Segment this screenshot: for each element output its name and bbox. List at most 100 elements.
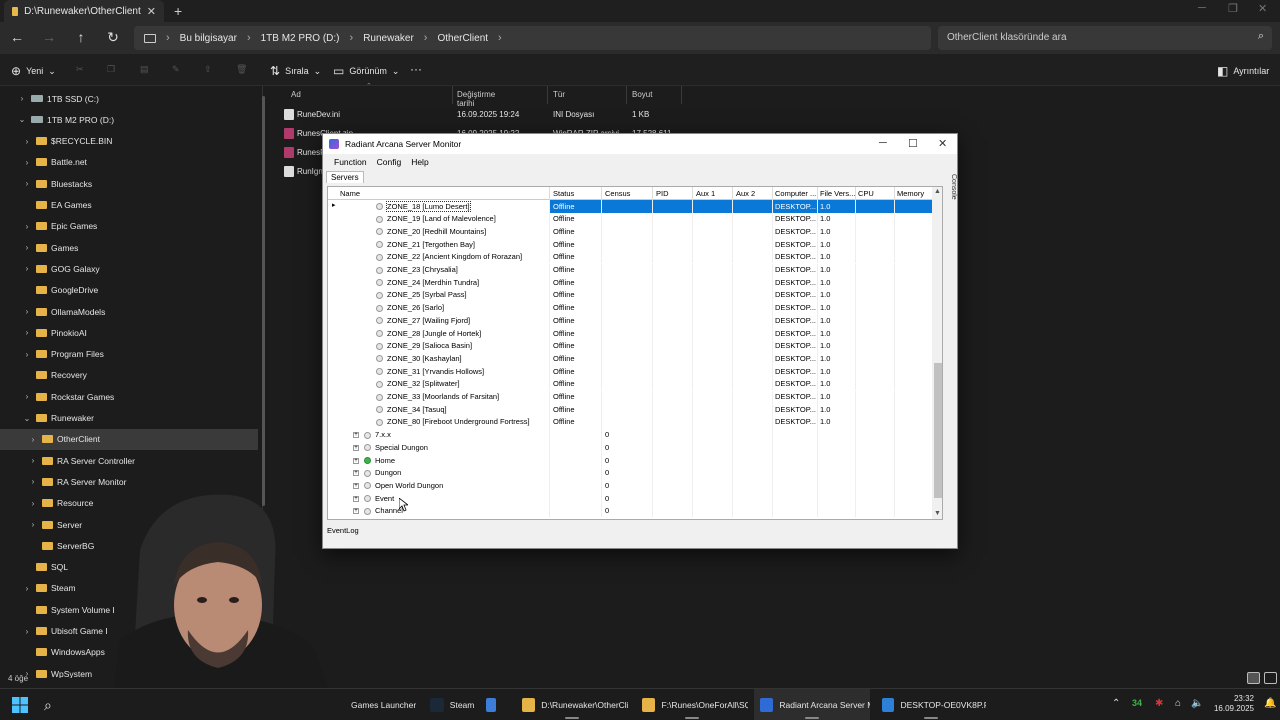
column-header-size[interactable]: Boyut <box>632 90 652 99</box>
chevron-right-icon[interactable]: › <box>28 456 38 465</box>
table-row[interactable]: ZONE_34 [Tasuq] Offline DESKTOP... 1.0 <box>328 403 932 416</box>
group-row[interactable]: + Special Dungon 0 <box>328 441 932 454</box>
close-window-icon[interactable]: ✕ <box>1258 2 1267 15</box>
nav-item[interactable]: ⌄ Runewaker <box>0 408 258 429</box>
file-row[interactable]: RuneDev.ini 16.09.2025 19:24 INI Dosyası 1 … <box>282 105 682 124</box>
nav-item[interactable]: › Program Files <box>0 344 258 365</box>
table-row[interactable]: ZONE_26 [Sarlo] Offline DESKTOP... 1.0 <box>328 301 932 315</box>
table-row[interactable]: ZONE_22 [Ancient Kingdom of Rorazan] Offl… <box>328 250 932 264</box>
chevron-up-icon[interactable]: ⌃ <box>1112 698 1120 709</box>
grid-scrollbar[interactable]: ▲ ▼ <box>932 187 942 519</box>
column-header-census[interactable]: Census <box>605 189 630 198</box>
nav-item[interactable]: › PinokioAI <box>0 322 258 343</box>
chevron-right-icon[interactable]: › <box>22 264 32 273</box>
column-header-type[interactable]: Tür <box>553 90 565 99</box>
table-row[interactable]: ZONE_21 [Tergothen Bay] Offline DESKTOP...… <box>328 238 932 251</box>
chevron-right-icon[interactable]: › <box>22 158 32 167</box>
breadcrumb-item[interactable]: OtherClient <box>437 33 488 44</box>
nav-item[interactable]: ⌄ 1TB M2 PRO (D:) <box>0 109 258 130</box>
table-row[interactable]: ZONE_31 [Yrvandis Hollows] Offline DESKTOP… <box>328 365 932 378</box>
nav-item[interactable]: › 1TB SSD (C:) <box>0 88 258 109</box>
expand-icon[interactable]: + <box>353 482 359 489</box>
taskbar-item[interactable]: Games Launcher <box>345 689 417 720</box>
breadcrumb-item[interactable]: Bu bilgisayar <box>180 33 237 44</box>
new-tab-button[interactable]: + <box>174 3 182 19</box>
chevron-right-icon[interactable]: › <box>22 179 32 188</box>
column-divider[interactable] <box>547 86 548 104</box>
clock[interactable]: 23:32 16.09.2025 <box>1206 694 1254 714</box>
breadcrumb-item[interactable]: Runewaker <box>363 33 414 44</box>
column-header-cpu[interactable]: CPU <box>858 189 874 198</box>
column-divider[interactable] <box>681 86 682 104</box>
share-icon[interactable]: ⇪ <box>204 64 212 75</box>
column-header-name[interactable]: Ad <box>291 90 301 99</box>
delete-icon[interactable]: 🗑 <box>236 64 247 75</box>
column-divider[interactable] <box>549 187 550 200</box>
taskbar-item[interactable]: Radiant Arcana Server M <box>754 689 870 720</box>
chevron-right-icon[interactable]: › <box>22 350 32 359</box>
column-divider[interactable] <box>732 187 733 200</box>
chevron-down-icon[interactable]: ⌄ <box>22 414 32 423</box>
chevron-right-icon[interactable]: › <box>22 307 32 316</box>
group-row[interactable]: +7.x.x 0 <box>328 428 932 442</box>
expand-icon[interactable]: + <box>353 470 359 477</box>
taskbar-item[interactable]: DESKTOP-OE0VK8P.RO <box>876 689 986 720</box>
chevron-right-icon[interactable]: › <box>22 392 32 401</box>
chevron-down-icon[interactable]: ⌄ <box>17 115 27 124</box>
table-row[interactable]: ZONE_32 [Splitwater] Offline DESKTOP... 1.0 <box>328 377 932 391</box>
column-header-aux1[interactable]: Aux 1 <box>696 189 715 198</box>
chevron-right-icon[interactable]: › <box>22 584 32 593</box>
nav-item[interactable]: GoogleDrive <box>0 280 258 301</box>
column-header-pid[interactable]: PID <box>656 189 669 198</box>
column-divider[interactable] <box>626 86 627 104</box>
nav-item[interactable]: › GOG Galaxy <box>0 258 258 279</box>
paste-icon[interactable]: ▤ <box>140 64 149 75</box>
column-divider[interactable] <box>452 86 453 104</box>
start-button[interactable] <box>12 689 32 720</box>
column-divider[interactable] <box>692 187 693 200</box>
tab-servers[interactable]: Servers <box>326 171 364 183</box>
expand-icon[interactable]: + <box>353 508 359 515</box>
breadcrumb[interactable]: › Bu bilgisayar › 1TB M2 PRO (D:) › Rune… <box>134 26 931 50</box>
cut-icon[interactable]: ✂ <box>76 64 84 75</box>
copy-icon[interactable]: ❐ <box>107 64 115 75</box>
notification-icon[interactable]: 🔔 <box>1264 698 1276 709</box>
back-icon[interactable]: ← <box>8 29 26 45</box>
table-row[interactable]: ZONE_30 [Kashaylan] Offline DESKTOP... 1.0 <box>328 352 932 366</box>
table-row[interactable]: ZONE_20 [Redhill Mountains] Offline DESKTO… <box>328 225 932 239</box>
tiles-view-icon[interactable] <box>1264 672 1277 684</box>
nav-item[interactable]: › OtherClient <box>0 428 258 450</box>
chevron-right-icon[interactable]: › <box>17 94 27 103</box>
nav-item[interactable]: › Epic Games <box>0 216 258 237</box>
table-row[interactable]: ZONE_29 [Salioca Basin] Offline DESKTOP...… <box>328 339 932 353</box>
expand-icon[interactable]: + <box>353 432 359 439</box>
table-row[interactable]: ZONE_27 [Wailing Fjord] Offline DESKTOP...… <box>328 314 932 327</box>
close-icon[interactable]: ✕ <box>938 137 947 150</box>
group-row[interactable]: + Home 0 <box>328 454 932 467</box>
network-icon[interactable]: ⌂ <box>1175 698 1181 709</box>
sort-button[interactable]: ⇅ Sırala ⌄ <box>270 64 321 78</box>
tab-console[interactable]: Console <box>947 174 957 200</box>
group-row[interactable]: + Channel 0 <box>328 504 932 518</box>
nav-item[interactable]: › Rockstar Games <box>0 386 258 407</box>
column-header-memory[interactable]: Memory <box>897 189 924 198</box>
scroll-thumb[interactable] <box>934 363 942 498</box>
column-divider[interactable] <box>855 187 856 200</box>
column-header-status[interactable]: Status <box>553 189 574 198</box>
chevron-right-icon[interactable]: › <box>22 137 32 146</box>
tray-app-icon[interactable]: ✱ <box>1155 698 1163 709</box>
taskbar-item[interactable]: F:\Runes\OneForAll\SQ <box>636 689 748 720</box>
minimize-icon[interactable]: ─ <box>879 137 887 149</box>
chevron-right-icon[interactable]: › <box>22 222 32 231</box>
expand-icon[interactable]: + <box>353 495 359 502</box>
chevron-right-icon[interactable]: › <box>22 243 32 252</box>
table-row[interactable]: ZONE_23 [Chrysalia] Offline DESKTOP... 1.0 <box>328 263 932 277</box>
maximize-icon[interactable]: ☐ <box>908 137 918 150</box>
nav-item[interactable]: › Battle.net <box>0 152 258 173</box>
chevron-right-icon[interactable]: › <box>22 627 32 636</box>
expand-icon[interactable]: + <box>353 444 359 451</box>
scroll-up-icon[interactable]: ▲ <box>934 188 941 195</box>
column-header-name[interactable]: Name <box>340 189 360 198</box>
volume-icon[interactable]: 🔈 <box>1191 698 1203 709</box>
rename-icon[interactable]: ✎ <box>172 64 180 75</box>
